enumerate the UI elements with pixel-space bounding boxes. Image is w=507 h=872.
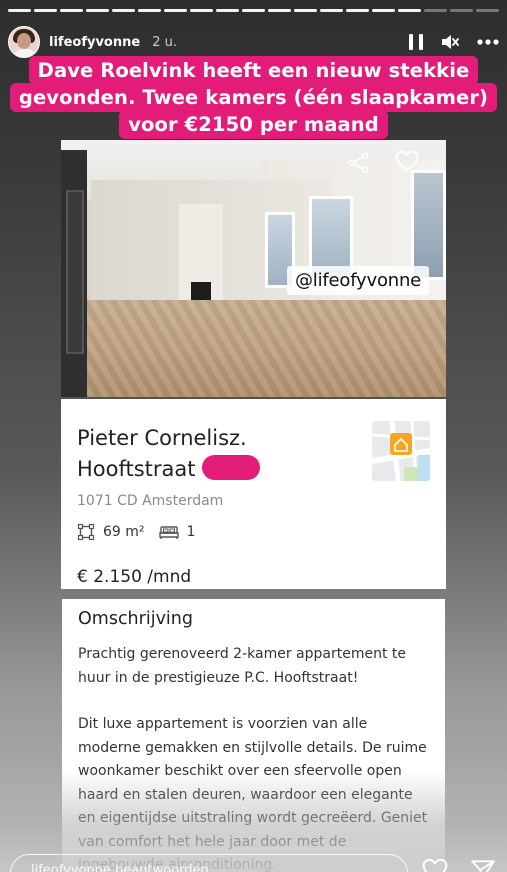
more-icon[interactable] xyxy=(477,32,499,52)
caption-line-3: voor €2150 per maand xyxy=(119,110,388,139)
street-line-2: Hooftstraat xyxy=(77,457,196,481)
progress-segment xyxy=(138,9,161,12)
listing-specs: 69 m² 1 xyxy=(77,523,430,541)
progress-segment xyxy=(164,9,187,12)
username[interactable]: lifeofyvonne xyxy=(49,35,140,50)
caption-line-1: Dave Roelvink heeft een nieuw stekkie xyxy=(28,56,479,85)
map-thumbnail[interactable] xyxy=(372,421,430,481)
progress-segment xyxy=(216,9,239,12)
redaction-mark xyxy=(201,455,260,480)
listing-info: Pieter Cornelisz. Hooftstraat 1071 CD Am… xyxy=(61,399,446,589)
progress-segment xyxy=(346,9,369,12)
progress-segment xyxy=(190,9,213,12)
bedroom-spec: 1 xyxy=(158,524,196,540)
avatar[interactable] xyxy=(8,26,40,58)
postal-code: 1071 CD Amsterdam xyxy=(77,493,224,509)
reply-input[interactable]: lifeofyvonne beantwoorden... xyxy=(10,854,408,872)
floor-area-icon xyxy=(77,523,95,541)
description-paragraph-1: Prachtig gerenoveerd 2-kamer appartement… xyxy=(78,646,406,686)
pause-icon[interactable] xyxy=(409,32,423,52)
progress-segment xyxy=(268,9,291,12)
story-progress xyxy=(8,9,499,12)
progress-segment xyxy=(476,9,499,12)
street-line-1: Pieter Cornelisz. xyxy=(77,426,247,450)
progress-segment xyxy=(242,9,265,12)
like-heart-icon[interactable] xyxy=(422,858,448,872)
progress-segment xyxy=(320,9,343,12)
send-icon[interactable] xyxy=(470,858,496,872)
photo-watermark: @lifeofyvonne xyxy=(287,266,430,295)
progress-segment xyxy=(398,9,421,12)
listing-card: @lifeofyvonne Pieter Cornelisz. Hooftstr… xyxy=(61,140,446,872)
progress-segment xyxy=(8,9,31,12)
fireplace xyxy=(179,204,223,308)
bed-icon xyxy=(158,526,179,539)
bottom-actions xyxy=(422,858,496,872)
area-spec: 69 m² xyxy=(77,523,145,541)
street-address: Pieter Cornelisz. Hooftstraat xyxy=(77,423,337,485)
mute-icon[interactable] xyxy=(441,32,459,52)
progress-segment xyxy=(112,9,135,12)
progress-segment xyxy=(86,9,109,12)
post-time: 2 u. xyxy=(152,34,177,50)
bedroom-count: 1 xyxy=(186,524,196,540)
share-icon[interactable] xyxy=(348,152,370,174)
caption-line-2: gevonden. Twee kamers (één slaapkamer) xyxy=(9,83,498,112)
progress-segment xyxy=(372,9,395,12)
listing-photo: @lifeofyvonne xyxy=(61,140,446,397)
story-controls xyxy=(409,32,499,52)
story-header: lifeofyvonne 2 u. xyxy=(8,24,499,60)
progress-segment xyxy=(424,9,447,12)
story-viewer: lifeofyvonne 2 u. Dave Roelvink heeft ee… xyxy=(0,0,507,872)
heart-icon[interactable] xyxy=(395,150,419,172)
story-caption: Dave Roelvink heeft een nieuw stekkie ge… xyxy=(0,56,507,139)
listing-price: € 2.150 /mnd xyxy=(77,567,192,587)
progress-segment xyxy=(450,9,473,12)
progress-segment xyxy=(34,9,57,12)
area-value: 69 m² xyxy=(103,524,145,540)
progress-segment xyxy=(294,9,317,12)
progress-segment xyxy=(60,9,83,12)
description-title: Omschrijving xyxy=(78,609,193,629)
